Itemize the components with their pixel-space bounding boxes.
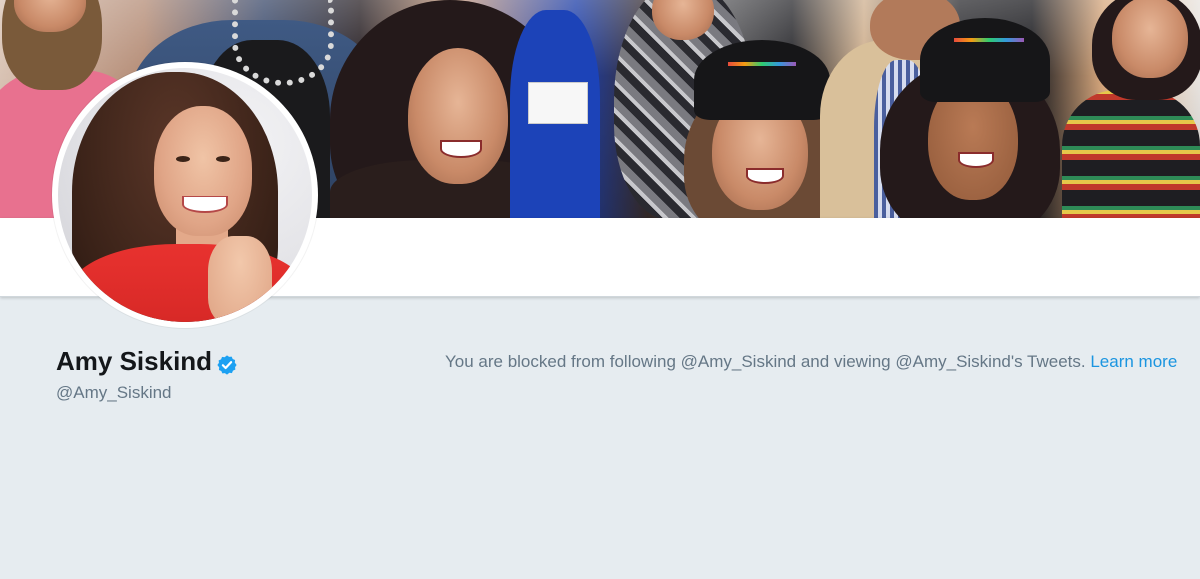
learn-more-link[interactable]: Learn more <box>1090 352 1177 371</box>
verified-badge-icon <box>216 350 238 375</box>
profile-handle[interactable]: @Amy_Siskind <box>56 382 172 404</box>
profile-name-text: Amy Siskind <box>56 346 213 376</box>
avatar-photo <box>58 68 312 322</box>
profile-avatar[interactable] <box>52 62 318 328</box>
blocked-message-text: You are blocked from following @Amy_Sisk… <box>445 352 1091 371</box>
profile-page: Amy Siskind @Amy_Siskind You are blocked… <box>0 0 1200 579</box>
blocked-message: You are blocked from following @Amy_Sisk… <box>445 349 1187 374</box>
profile-name[interactable]: Amy Siskind <box>56 344 238 378</box>
